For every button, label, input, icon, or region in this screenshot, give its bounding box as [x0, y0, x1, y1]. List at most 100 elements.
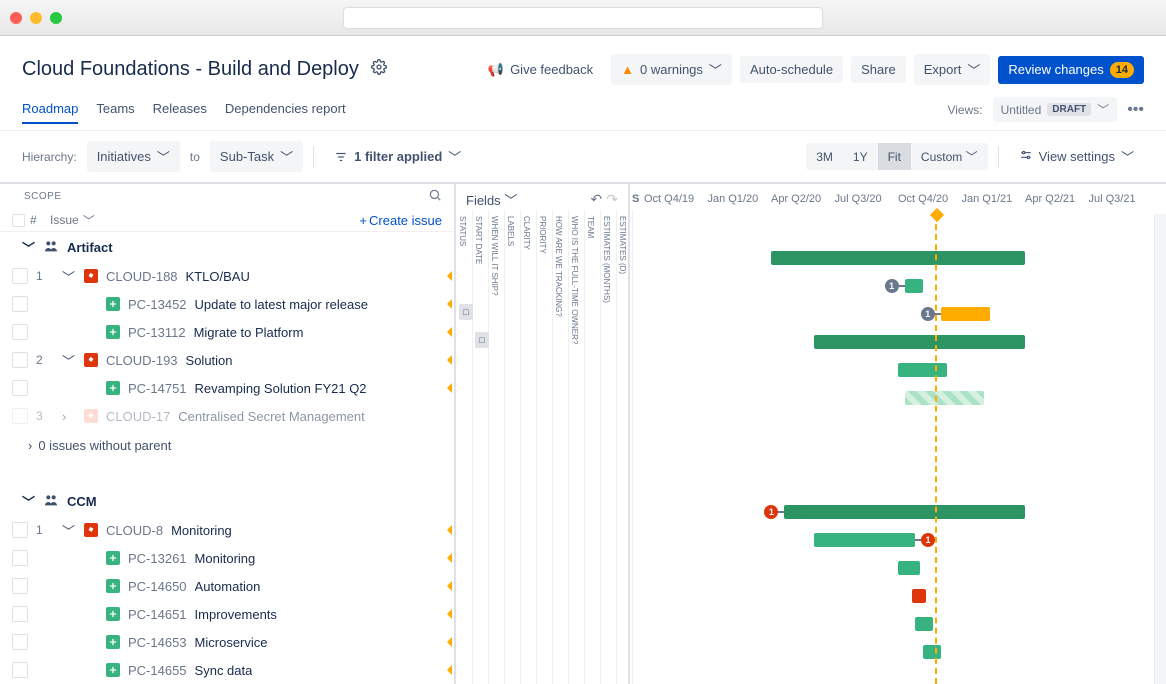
expand-icon[interactable]: ﹀	[62, 521, 76, 540]
undo-icon[interactable]: ↶	[591, 191, 603, 208]
issue-key[interactable]: PC-13261	[128, 551, 187, 566]
hierarchy-to-select[interactable]: Sub-Task ﹀	[210, 141, 303, 172]
issue-key[interactable]: CLOUD-193	[106, 353, 178, 368]
create-issue-button[interactable]: + Create issue	[359, 213, 442, 228]
field-column-label[interactable]: CLARITY	[522, 212, 531, 254]
tab-roadmap[interactable]: Roadmap	[22, 95, 78, 124]
field-column-label[interactable]: WHO IS THE FULL-TIME OWNER?	[570, 212, 579, 348]
issue-row[interactable]: 2﹀CLOUD-193Solution	[0, 346, 454, 374]
view-selector[interactable]: Untitled DRAFT ﹀	[993, 97, 1118, 122]
time-1y-button[interactable]: 1Y	[843, 143, 878, 170]
issue-key[interactable]: PC-14751	[128, 381, 187, 396]
export-button[interactable]: Export ﹀	[914, 54, 991, 85]
view-settings-button[interactable]: View settings ﹀	[1009, 141, 1144, 172]
issue-row[interactable]: 1﹀CLOUD-188KTLO/BAU	[0, 262, 454, 290]
issue-key[interactable]: CLOUD-8	[106, 523, 163, 538]
field-column-label[interactable]: ESTIMATES (D)	[618, 212, 627, 278]
row-checkbox[interactable]	[12, 408, 28, 424]
issue-key[interactable]: PC-14651	[128, 607, 187, 622]
maximize-window-button[interactable]	[50, 12, 62, 24]
issue-row[interactable]: 1﹀CLOUD-8Monitoring	[0, 516, 454, 544]
tab-teams[interactable]: Teams	[96, 95, 134, 124]
give-feedback-button[interactable]: 📢 Give feedback	[478, 56, 603, 84]
gantt-bar[interactable]	[771, 251, 1025, 265]
redo-icon[interactable]: ↷	[606, 191, 618, 208]
field-column-label[interactable]: ESTIMATES (MONTHS)	[602, 212, 611, 307]
row-checkbox[interactable]	[12, 324, 28, 340]
expand-icon[interactable]: ›	[62, 409, 76, 424]
expand-icon[interactable]: ﹀	[62, 351, 76, 370]
dependency-badge[interactable]: 1	[764, 505, 778, 519]
filters-button[interactable]: 1 filter applied ﹀	[324, 141, 471, 172]
expand-icon[interactable]: ﹀	[62, 267, 76, 286]
row-checkbox[interactable]	[12, 296, 28, 312]
issue-row[interactable]: PC-14655Sync data	[0, 656, 454, 684]
issue-key[interactable]: PC-14655	[128, 663, 187, 678]
close-window-button[interactable]	[10, 12, 22, 24]
row-checkbox[interactable]	[12, 268, 28, 284]
more-icon[interactable]: •••	[1127, 101, 1144, 119]
dependency-badge[interactable]: 1	[885, 279, 899, 293]
dependency-badge[interactable]: 1	[921, 533, 935, 547]
row-checkbox[interactable]	[12, 352, 28, 368]
row-checkbox[interactable]	[12, 522, 28, 538]
field-column-label[interactable]: START DATE	[474, 212, 483, 268]
issue-row[interactable]: 3›CLOUD-17Centralised Secret Management	[0, 402, 454, 430]
gantt-bar[interactable]	[941, 307, 990, 321]
row-checkbox[interactable]	[12, 634, 28, 650]
status-cell[interactable]: □	[459, 304, 473, 320]
tab-releases[interactable]: Releases	[153, 95, 207, 124]
hierarchy-from-select[interactable]: Initiatives ﹀	[87, 141, 180, 172]
issue-key[interactable]: CLOUD-188	[106, 269, 178, 284]
field-column-label[interactable]: STATUS	[458, 212, 467, 250]
group-header[interactable]: ﹀Artifact	[0, 232, 454, 262]
issue-column-header[interactable]: Issue ﹀	[50, 212, 359, 229]
gantt-bar[interactable]	[905, 279, 923, 293]
warnings-button[interactable]: ▲ 0 warnings ﹀	[611, 54, 732, 85]
gantt-bar[interactable]	[814, 335, 1025, 349]
gantt-bar[interactable]	[915, 617, 933, 631]
field-column-label[interactable]: HOW ARE WE TRACKING?	[554, 212, 563, 321]
issue-row[interactable]: PC-13112Migrate to Platform	[0, 318, 454, 346]
share-button[interactable]: Share	[851, 56, 906, 83]
field-column-label[interactable]: LABELS	[506, 212, 515, 250]
gantt-bar[interactable]	[912, 589, 927, 603]
issue-row[interactable]: PC-13452Update to latest major release	[0, 290, 454, 318]
row-checkbox[interactable]	[12, 380, 28, 396]
review-changes-button[interactable]: Review changes 14	[998, 56, 1144, 84]
issue-row[interactable]: PC-14653Microservice	[0, 628, 454, 656]
gantt-bar[interactable]	[784, 505, 1024, 519]
group-header[interactable]: ﹀CCM	[0, 486, 454, 516]
gantt-bar[interactable]	[898, 561, 920, 575]
issues-without-parent[interactable]: › 0 issues without parent	[0, 430, 454, 460]
time-3m-button[interactable]: 3M	[806, 143, 843, 170]
dependency-badge[interactable]: 1	[921, 307, 935, 321]
row-checkbox[interactable]	[12, 578, 28, 594]
address-bar[interactable]	[343, 7, 823, 29]
issue-row[interactable]: PC-14651Improvements	[0, 600, 454, 628]
gantt-bar[interactable]	[923, 645, 941, 659]
gantt-body[interactable]: 1 1 1 1	[630, 214, 1166, 684]
gantt-bar[interactable]	[905, 391, 984, 405]
issue-key[interactable]: PC-14650	[128, 579, 187, 594]
gear-icon[interactable]	[371, 59, 387, 80]
gantt-bar[interactable]	[814, 533, 915, 547]
minimize-window-button[interactable]	[30, 12, 42, 24]
tab-dependencies-report[interactable]: Dependencies report	[225, 95, 346, 124]
search-icon[interactable]	[428, 188, 442, 205]
row-checkbox[interactable]	[12, 606, 28, 622]
field-column-label[interactable]: WHEN WILL IT SHIP?	[490, 212, 499, 300]
row-checkbox[interactable]	[12, 550, 28, 566]
time-fit-button[interactable]: Fit	[878, 143, 911, 170]
issue-key[interactable]: PC-14653	[128, 635, 187, 650]
issue-row[interactable]: PC-13261Monitoring	[0, 544, 454, 572]
auto-schedule-button[interactable]: Auto-schedule	[740, 56, 843, 83]
issue-row[interactable]: PC-14650Automation	[0, 572, 454, 600]
issue-key[interactable]: CLOUD-17	[106, 409, 170, 424]
start-date-cell[interactable]: □	[475, 332, 489, 348]
field-column-label[interactable]: TEAM	[586, 212, 595, 242]
vertical-scrollbar[interactable]	[1154, 214, 1166, 684]
field-column-label[interactable]: PRIORITY	[538, 212, 547, 258]
select-all-checkbox[interactable]	[12, 214, 30, 227]
issue-key[interactable]: PC-13112	[128, 325, 186, 340]
